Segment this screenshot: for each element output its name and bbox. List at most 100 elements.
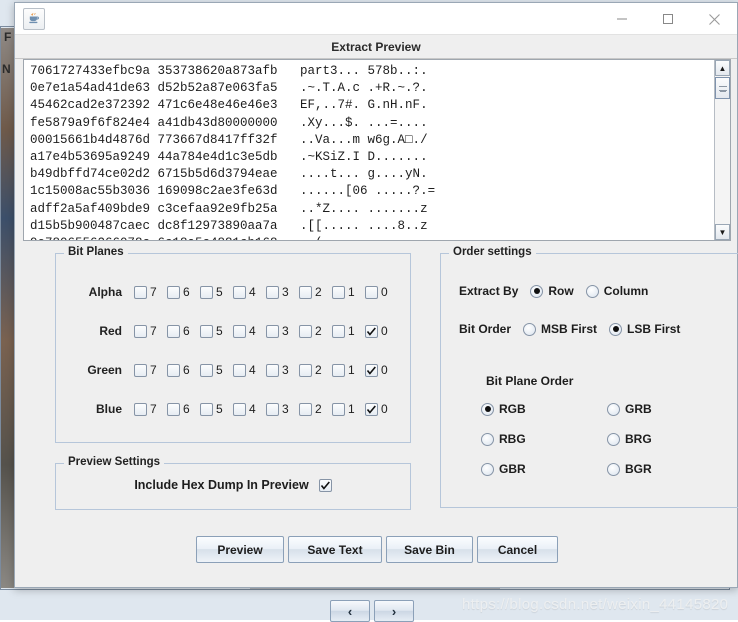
- hex-dump-scrollbar[interactable]: ▲ ▼: [714, 60, 730, 240]
- checkbox-alpha-bit-3[interactable]: [266, 286, 279, 299]
- bit-plane-cell-red-3[interactable]: 3: [266, 324, 299, 338]
- bit-plane-cell-alpha-1[interactable]: 1: [332, 285, 365, 299]
- include-hex-dump-checkbox[interactable]: [319, 479, 332, 492]
- bit-plane-cell-red-2[interactable]: 2: [299, 324, 332, 338]
- bit-plane-cell-green-6[interactable]: 6: [167, 363, 200, 377]
- checkbox-red-bit-4[interactable]: [233, 325, 246, 338]
- radio-lsb-first-icon[interactable]: [609, 323, 622, 336]
- radio-grb-icon[interactable]: [607, 403, 620, 416]
- checkbox-red-bit-6[interactable]: [167, 325, 180, 338]
- radio-rbg-icon[interactable]: [481, 433, 494, 446]
- bit-plane-cell-green-7[interactable]: 7: [134, 363, 167, 377]
- save-text-button[interactable]: Save Text: [288, 536, 382, 563]
- radio-rgb-icon[interactable]: [481, 403, 494, 416]
- bit-plane-cell-red-7[interactable]: 7: [134, 324, 167, 338]
- bit-plane-cell-green-0[interactable]: 0: [365, 363, 398, 377]
- bit-plane-cell-blue-2[interactable]: 2: [299, 402, 332, 416]
- radio-brg-icon[interactable]: [607, 433, 620, 446]
- checkbox-red-bit-2[interactable]: [299, 325, 312, 338]
- save-bin-button[interactable]: Save Bin: [386, 536, 473, 563]
- scrollbar-thumb[interactable]: [715, 77, 730, 99]
- bit-plane-cell-alpha-2[interactable]: 2: [299, 285, 332, 299]
- radio-bgr-icon[interactable]: [607, 463, 620, 476]
- checkbox-red-bit-3[interactable]: [266, 325, 279, 338]
- checkbox-red-bit-5[interactable]: [200, 325, 213, 338]
- preview-button[interactable]: Preview: [196, 536, 284, 563]
- bit-plane-cell-green-4[interactable]: 4: [233, 363, 266, 377]
- bit-plane-cell-blue-0[interactable]: 0: [365, 402, 398, 416]
- bit-plane-cell-green-5[interactable]: 5: [200, 363, 233, 377]
- cancel-button[interactable]: Cancel: [477, 536, 558, 563]
- checkbox-blue-bit-5[interactable]: [200, 403, 213, 416]
- bit-plane-cell-blue-3[interactable]: 3: [266, 402, 299, 416]
- extract-by-option-column[interactable]: Column: [586, 284, 649, 298]
- checkbox-blue-bit-0[interactable]: [365, 403, 378, 416]
- checkbox-alpha-bit-0[interactable]: [365, 286, 378, 299]
- checkbox-alpha-bit-6[interactable]: [167, 286, 180, 299]
- radio-row-icon[interactable]: [530, 285, 543, 298]
- checkbox-blue-bit-2[interactable]: [299, 403, 312, 416]
- maximize-icon[interactable]: [645, 3, 691, 35]
- checkbox-alpha-bit-7[interactable]: [134, 286, 147, 299]
- bit-plane-cell-red-4[interactable]: 4: [233, 324, 266, 338]
- checkbox-red-bit-0[interactable]: [365, 325, 378, 338]
- bit-plane-cell-blue-4[interactable]: 4: [233, 402, 266, 416]
- bit-plane-cell-green-3[interactable]: 3: [266, 363, 299, 377]
- radio-column-icon[interactable]: [586, 285, 599, 298]
- checkbox-red-bit-1[interactable]: [332, 325, 345, 338]
- bit-plane-cell-blue-7[interactable]: 7: [134, 402, 167, 416]
- checkbox-blue-bit-7[interactable]: [134, 403, 147, 416]
- bit-plane-order-option-gbr[interactable]: GBR: [481, 462, 559, 476]
- checkbox-blue-bit-1[interactable]: [332, 403, 345, 416]
- background-menu-item-n[interactable]: N: [2, 62, 11, 76]
- bit-plane-order-option-bgr[interactable]: BGR: [607, 462, 685, 476]
- next-image-button[interactable]: ›: [374, 600, 414, 622]
- radio-msb-first-icon[interactable]: [523, 323, 536, 336]
- scroll-up-arrow-icon[interactable]: ▲: [715, 60, 730, 76]
- bit-plane-cell-blue-6[interactable]: 6: [167, 402, 200, 416]
- bit-plane-cell-red-5[interactable]: 5: [200, 324, 233, 338]
- extract-by-option-row[interactable]: Row: [530, 284, 573, 298]
- background-menu-item-f[interactable]: F: [4, 30, 11, 44]
- bit-plane-cell-alpha-5[interactable]: 5: [200, 285, 233, 299]
- bit-plane-order-option-grb[interactable]: GRB: [607, 402, 685, 416]
- radio-gbr-icon[interactable]: [481, 463, 494, 476]
- checkbox-green-bit-4[interactable]: [233, 364, 246, 377]
- previous-image-button[interactable]: ‹: [330, 600, 370, 622]
- checkbox-green-bit-5[interactable]: [200, 364, 213, 377]
- checkbox-blue-bit-6[interactable]: [167, 403, 180, 416]
- checkbox-green-bit-1[interactable]: [332, 364, 345, 377]
- close-icon[interactable]: [691, 3, 737, 35]
- bit-plane-cell-blue-5[interactable]: 5: [200, 402, 233, 416]
- bit-plane-cell-red-6[interactable]: 6: [167, 324, 200, 338]
- bit-plane-cell-blue-1[interactable]: 1: [332, 402, 365, 416]
- bit-order-option-msb[interactable]: MSB First: [523, 322, 597, 336]
- checkbox-alpha-bit-5[interactable]: [200, 286, 213, 299]
- bit-plane-cell-alpha-0[interactable]: 0: [365, 285, 398, 299]
- bit-plane-order-option-brg[interactable]: BRG: [607, 432, 685, 446]
- checkbox-green-bit-6[interactable]: [167, 364, 180, 377]
- bit-plane-cell-red-1[interactable]: 1: [332, 324, 365, 338]
- checkbox-blue-bit-4[interactable]: [233, 403, 246, 416]
- checkbox-blue-bit-3[interactable]: [266, 403, 279, 416]
- checkbox-green-bit-7[interactable]: [134, 364, 147, 377]
- checkbox-green-bit-2[interactable]: [299, 364, 312, 377]
- checkbox-red-bit-7[interactable]: [134, 325, 147, 338]
- minimize-icon[interactable]: [599, 3, 645, 35]
- bit-plane-cell-alpha-3[interactable]: 3: [266, 285, 299, 299]
- checkbox-alpha-bit-4[interactable]: [233, 286, 246, 299]
- bit-plane-cell-green-1[interactable]: 1: [332, 363, 365, 377]
- bit-plane-cell-green-2[interactable]: 2: [299, 363, 332, 377]
- bit-order-option-lsb[interactable]: LSB First: [609, 322, 680, 336]
- checkbox-alpha-bit-1[interactable]: [332, 286, 345, 299]
- bit-plane-order-option-rbg[interactable]: RBG: [481, 432, 559, 446]
- bit-plane-cell-red-0[interactable]: 0: [365, 324, 398, 338]
- checkbox-alpha-bit-2[interactable]: [299, 286, 312, 299]
- checkbox-green-bit-3[interactable]: [266, 364, 279, 377]
- bit-plane-cell-alpha-4[interactable]: 4: [233, 285, 266, 299]
- bit-plane-order-option-rgb[interactable]: RGB: [481, 402, 559, 416]
- bit-plane-cell-alpha-7[interactable]: 7: [134, 285, 167, 299]
- hex-dump-text[interactable]: 7061727433efbc9a 353738620a873afb part3.…: [24, 60, 714, 240]
- bit-plane-cell-alpha-6[interactable]: 6: [167, 285, 200, 299]
- scroll-down-arrow-icon[interactable]: ▼: [715, 224, 730, 240]
